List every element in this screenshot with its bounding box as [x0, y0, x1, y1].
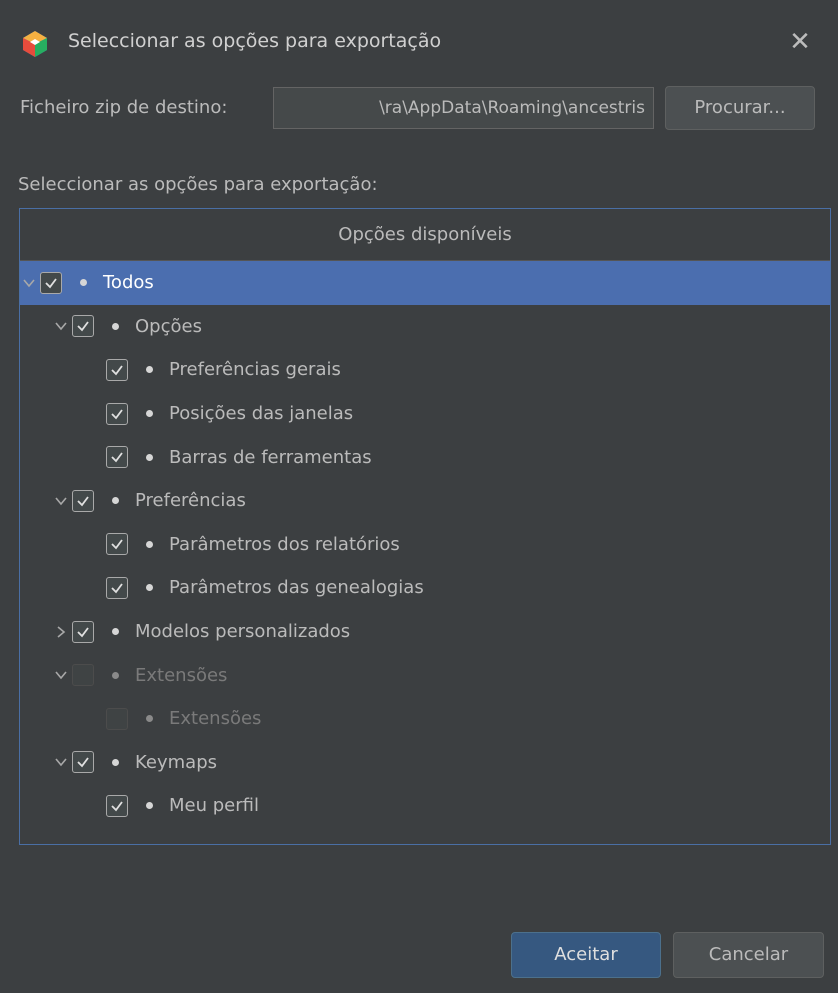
checkmark-icon: [111, 365, 123, 376]
checkbox[interactable]: [40, 271, 62, 294]
tree-row[interactable]: Extensões: [20, 653, 830, 697]
tree-row[interactable]: Opções: [20, 305, 830, 349]
checkbox[interactable]: [106, 446, 128, 469]
bullet-icon: [146, 453, 153, 461]
tree-row-label: Extensões: [169, 708, 262, 730]
tree-row[interactable]: Modelos personalizados: [20, 610, 830, 654]
tree-row[interactable]: Meu perfil: [20, 784, 830, 828]
checkmark-icon: [111, 539, 123, 550]
chevron-down-icon[interactable]: [52, 666, 70, 684]
window-title: Seleccionar as opções para exportação: [68, 30, 442, 52]
checkbox[interactable]: [106, 533, 128, 556]
checkbox[interactable]: [72, 751, 94, 774]
tree-rows: Todos Opções Preferências gerais Posições d…: [20, 261, 830, 828]
tree-row-label: Opções: [135, 315, 202, 337]
accept-button[interactable]: Aceitar: [511, 932, 661, 978]
tree-row[interactable]: Preferências: [20, 479, 830, 523]
bullet-icon: [112, 758, 119, 766]
tree-row[interactable]: Extensões: [20, 697, 830, 741]
checkmark-icon: [111, 452, 123, 463]
checkbox[interactable]: [106, 358, 128, 381]
options-section-label: Seleccionar as opções para exportação:: [18, 174, 378, 195]
cancel-button[interactable]: Cancelar: [673, 932, 824, 978]
tree-row[interactable]: Barras de ferramentas: [20, 435, 830, 479]
tree-row-label: Keymaps: [135, 751, 218, 773]
tree-row[interactable]: Parâmetros das genealogias: [20, 566, 830, 610]
tree-row[interactable]: Keymaps: [20, 741, 830, 785]
tree-row[interactable]: Posições das janelas: [20, 392, 830, 436]
checkmark-icon: [77, 321, 89, 332]
bullet-icon: [146, 366, 153, 374]
bullet-icon: [112, 628, 119, 636]
bullet-icon: [146, 584, 153, 592]
tree-row-label: Extensões: [135, 664, 228, 686]
checkbox: [106, 707, 128, 730]
checkbox[interactable]: [106, 794, 128, 817]
browse-button[interactable]: Procurar...: [665, 86, 815, 130]
bullet-icon: [80, 279, 87, 287]
tree-column-header: Opções disponíveis: [20, 209, 830, 261]
checkbox[interactable]: [72, 620, 94, 643]
checkmark-icon: [111, 583, 123, 594]
bullet-icon: [112, 497, 119, 505]
checkbox[interactable]: [72, 489, 94, 512]
title-bar: Seleccionar as opções para exportação ✕: [0, 0, 838, 84]
checkmark-icon: [77, 757, 89, 768]
tree-row[interactable]: Preferências gerais: [20, 348, 830, 392]
tree-row-label: Parâmetros das genealogias: [169, 577, 424, 599]
tree-row-label: Meu perfil: [169, 795, 259, 817]
bullet-icon: [146, 410, 153, 418]
chevron-right-icon[interactable]: [52, 623, 70, 641]
tree-row-label: Parâmetros dos relatórios: [169, 533, 400, 555]
bullet-icon: [112, 671, 119, 679]
tree-row-label: Modelos personalizados: [135, 621, 351, 643]
checkmark-icon: [77, 496, 89, 507]
tree-row-label: Posições das janelas: [169, 403, 354, 425]
checkbox[interactable]: [106, 402, 128, 425]
tree-row[interactable]: Parâmetros dos relatórios: [20, 523, 830, 567]
chevron-down-icon[interactable]: [20, 274, 38, 292]
chevron-down-icon[interactable]: [52, 317, 70, 335]
options-tree[interactable]: Opções disponíveis Todos Opções Preferênci…: [19, 208, 831, 845]
tree-row-label: Barras de ferramentas: [169, 446, 372, 468]
checkmark-icon: [111, 801, 123, 812]
chevron-down-icon[interactable]: [52, 492, 70, 510]
bullet-icon: [146, 802, 153, 810]
checkbox[interactable]: [72, 315, 94, 338]
chevron-down-icon[interactable]: [52, 753, 70, 771]
bullet-icon: [146, 540, 153, 548]
checkbox[interactable]: [106, 576, 128, 599]
tree-row-label: Preferências: [135, 490, 246, 512]
checkmark-icon: [45, 278, 57, 289]
bullet-icon: [146, 715, 153, 723]
checkbox: [72, 664, 94, 687]
tree-row[interactable]: Todos: [20, 261, 830, 305]
tree-row-label: Preferências gerais: [169, 359, 341, 381]
tree-row-label: Todos: [103, 272, 154, 294]
destination-path-input[interactable]: [273, 87, 654, 129]
close-icon[interactable]: ✕: [788, 28, 812, 56]
checkmark-icon: [111, 409, 123, 419]
ancestris-logo-icon: [23, 31, 47, 57]
bullet-icon: [112, 322, 119, 330]
checkmark-icon: [77, 627, 89, 637]
destination-label: Ficheiro zip de destino:: [20, 97, 228, 118]
